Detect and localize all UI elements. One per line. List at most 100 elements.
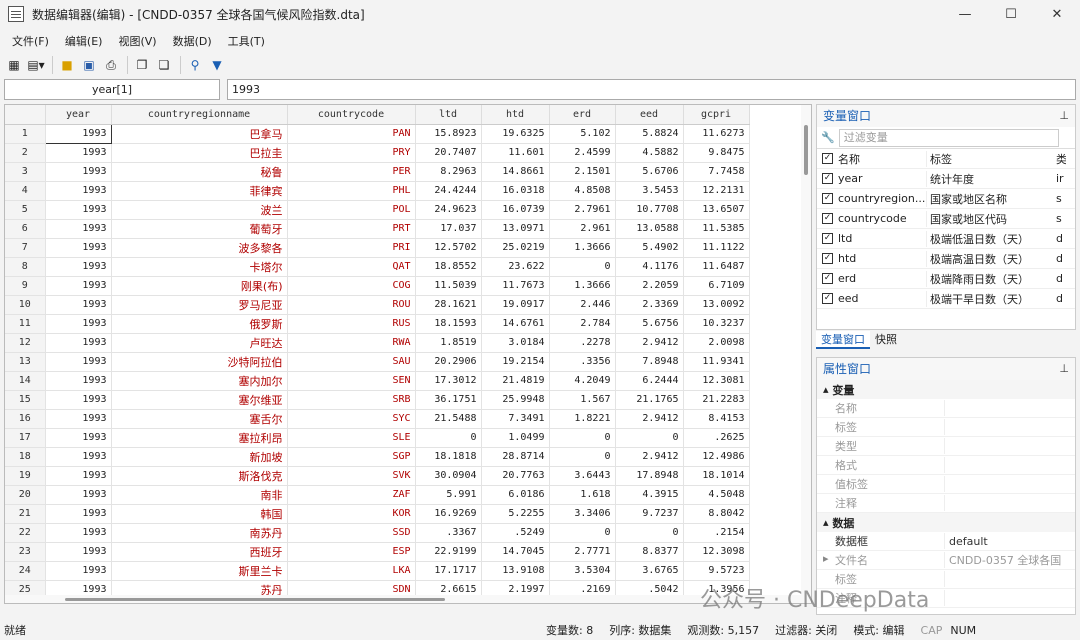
cell-gcpri[interactable]: 8.4153 <box>683 409 750 429</box>
cell-ltd[interactable]: 18.1818 <box>415 447 482 467</box>
grid-edit-icon[interactable]: ▦ <box>4 55 24 75</box>
cell-gcpri[interactable]: 9.8475 <box>683 143 750 163</box>
print-icon[interactable]: ⎙ <box>101 55 121 75</box>
cell-year[interactable]: 1993 <box>45 162 112 182</box>
minimize-button[interactable]: — <box>942 0 988 28</box>
cell-year[interactable]: 1993 <box>45 466 112 486</box>
cell-countryregionname[interactable]: 巴拿马 <box>111 124 288 144</box>
cell-eed[interactable]: 4.1176 <box>615 257 684 277</box>
cell-erd[interactable]: .2278 <box>549 333 616 353</box>
cell-erd[interactable]: 2.7771 <box>549 542 616 562</box>
paste-icon[interactable]: ❏ <box>154 55 174 75</box>
cell-gcpri[interactable]: 9.5723 <box>683 561 750 581</box>
row-number[interactable]: 5 <box>5 200 46 220</box>
row-number[interactable]: 14 <box>5 371 46 391</box>
variable-checkbox[interactable]: ✓ <box>822 173 833 184</box>
cell-eed[interactable]: 13.0588 <box>615 219 684 239</box>
cell-erd[interactable]: 2.446 <box>549 295 616 315</box>
pin-icon[interactable]: ⊥ <box>1059 105 1069 127</box>
cell-ltd[interactable]: 20.7407 <box>415 143 482 163</box>
column-header[interactable]: countryregionname <box>111 105 288 125</box>
cell-eed[interactable]: 9.7237 <box>615 504 684 524</box>
cell-countrycode[interactable]: KOR <box>287 504 416 524</box>
vertical-scrollbar[interactable] <box>801 105 811 603</box>
row-number[interactable]: 19 <box>5 466 46 486</box>
cell-ltd[interactable]: 20.2906 <box>415 352 482 372</box>
cell-year[interactable]: 1993 <box>44 123 112 144</box>
column-header[interactable]: year <box>45 105 112 125</box>
cell-year[interactable]: 1993 <box>45 390 112 410</box>
grid-browse-icon[interactable]: ▤▾ <box>26 55 46 75</box>
cell-countryregionname[interactable]: 南苏丹 <box>111 523 288 543</box>
cell-eed[interactable]: 3.6765 <box>615 561 684 581</box>
cell-erd[interactable]: 2.1501 <box>549 162 616 182</box>
variable-checkbox[interactable]: ✓ <box>822 253 833 264</box>
cell-ltd[interactable]: .3367 <box>415 523 482 543</box>
cell-countryregionname[interactable]: 菲律宾 <box>111 181 288 201</box>
row-number[interactable]: 9 <box>5 276 46 296</box>
variable-row[interactable]: ✓ ltd 极端低温日数（天） d <box>817 229 1075 249</box>
cell-htd[interactable]: 13.9108 <box>481 561 550 581</box>
cell-countryregionname[interactable]: 葡萄牙 <box>111 219 288 239</box>
cell-ltd[interactable]: 17.1717 <box>415 561 482 581</box>
cell-countrycode[interactable]: PHL <box>287 181 416 201</box>
data-grid[interactable]: year countryregionname countrycode ltd h… <box>4 104 812 604</box>
cell-ltd[interactable]: 22.9199 <box>415 542 482 562</box>
variable-row[interactable]: ✓ htd 极端高温日数（天） d <box>817 249 1075 269</box>
menu-data[interactable]: 数据(D) <box>165 33 220 49</box>
cell-countryregionname[interactable]: 斯里兰卡 <box>111 561 288 581</box>
cell-countryregionname[interactable]: 塞舌尔 <box>111 409 288 429</box>
row-number[interactable]: 7 <box>5 238 46 258</box>
open-folder-icon[interactable]: ■ <box>57 55 77 75</box>
cell-year[interactable]: 1993 <box>45 504 112 524</box>
cell-value-input[interactable]: 1993 <box>227 79 1076 100</box>
cell-erd[interactable]: 1.618 <box>549 485 616 505</box>
scroll-thumb[interactable] <box>804 125 808 175</box>
cell-countryregionname[interactable]: 西班牙 <box>111 542 288 562</box>
cell-eed[interactable]: 8.8377 <box>615 542 684 562</box>
cell-ltd[interactable]: 17.037 <box>415 219 482 239</box>
row-number[interactable]: 12 <box>5 333 46 353</box>
row-number[interactable]: 18 <box>5 447 46 467</box>
cell-ltd[interactable]: 24.9623 <box>415 200 482 220</box>
cell-erd[interactable]: 1.3666 <box>549 276 616 296</box>
variable-checkbox[interactable]: ✓ <box>822 293 833 304</box>
cell-year[interactable]: 1993 <box>45 295 112 315</box>
cell-eed[interactable]: 2.9412 <box>615 333 684 353</box>
tab-variables[interactable]: 变量窗口 <box>816 331 870 349</box>
column-header[interactable]: htd <box>481 105 550 125</box>
cell-htd[interactable]: 23.622 <box>481 257 550 277</box>
cell-eed[interactable]: 21.1765 <box>615 390 684 410</box>
row-number[interactable]: 21 <box>5 504 46 524</box>
column-header[interactable]: eed <box>615 105 684 125</box>
cell-erd[interactable]: 3.5304 <box>549 561 616 581</box>
cell-htd[interactable]: 20.7763 <box>481 466 550 486</box>
menu-view[interactable]: 视图(V) <box>110 33 164 49</box>
cell-countryregionname[interactable]: 秘鲁 <box>111 162 288 182</box>
cell-year[interactable]: 1993 <box>45 143 112 163</box>
cell-htd[interactable]: 7.3491 <box>481 409 550 429</box>
row-number[interactable]: 3 <box>5 162 46 182</box>
cell-countryregionname[interactable]: 俄罗斯 <box>111 314 288 334</box>
cell-year[interactable]: 1993 <box>45 409 112 429</box>
column-header[interactable]: ltd <box>415 105 482 125</box>
cell-erd[interactable]: 2.784 <box>549 314 616 334</box>
cell-countrycode[interactable]: SLE <box>287 428 416 448</box>
cell-gcpri[interactable]: 7.7458 <box>683 162 750 182</box>
save-icon[interactable]: ▣ <box>79 55 99 75</box>
cell-eed[interactable]: 4.5882 <box>615 143 684 163</box>
data-section[interactable]: ▴ 数据 <box>817 513 1075 532</box>
cell-year[interactable]: 1993 <box>45 276 112 296</box>
cell-gcpri[interactable]: 6.7109 <box>683 276 750 296</box>
cell-year[interactable]: 1993 <box>45 523 112 543</box>
menu-edit[interactable]: 编辑(E) <box>57 33 111 49</box>
property-value[interactable]: CNDD-0357 全球各国 <box>945 552 1065 568</box>
cell-countrycode[interactable]: SSD <box>287 523 416 543</box>
cell-eed[interactable]: 4.3915 <box>615 485 684 505</box>
cell-htd[interactable]: 14.6761 <box>481 314 550 334</box>
cell-countryregionname[interactable]: 塞内加尔 <box>111 371 288 391</box>
cell-ltd[interactable]: 18.8552 <box>415 257 482 277</box>
cell-ltd[interactable]: 12.5702 <box>415 238 482 258</box>
cell-year[interactable]: 1993 <box>45 238 112 258</box>
cell-gcpri[interactable]: 10.3237 <box>683 314 750 334</box>
